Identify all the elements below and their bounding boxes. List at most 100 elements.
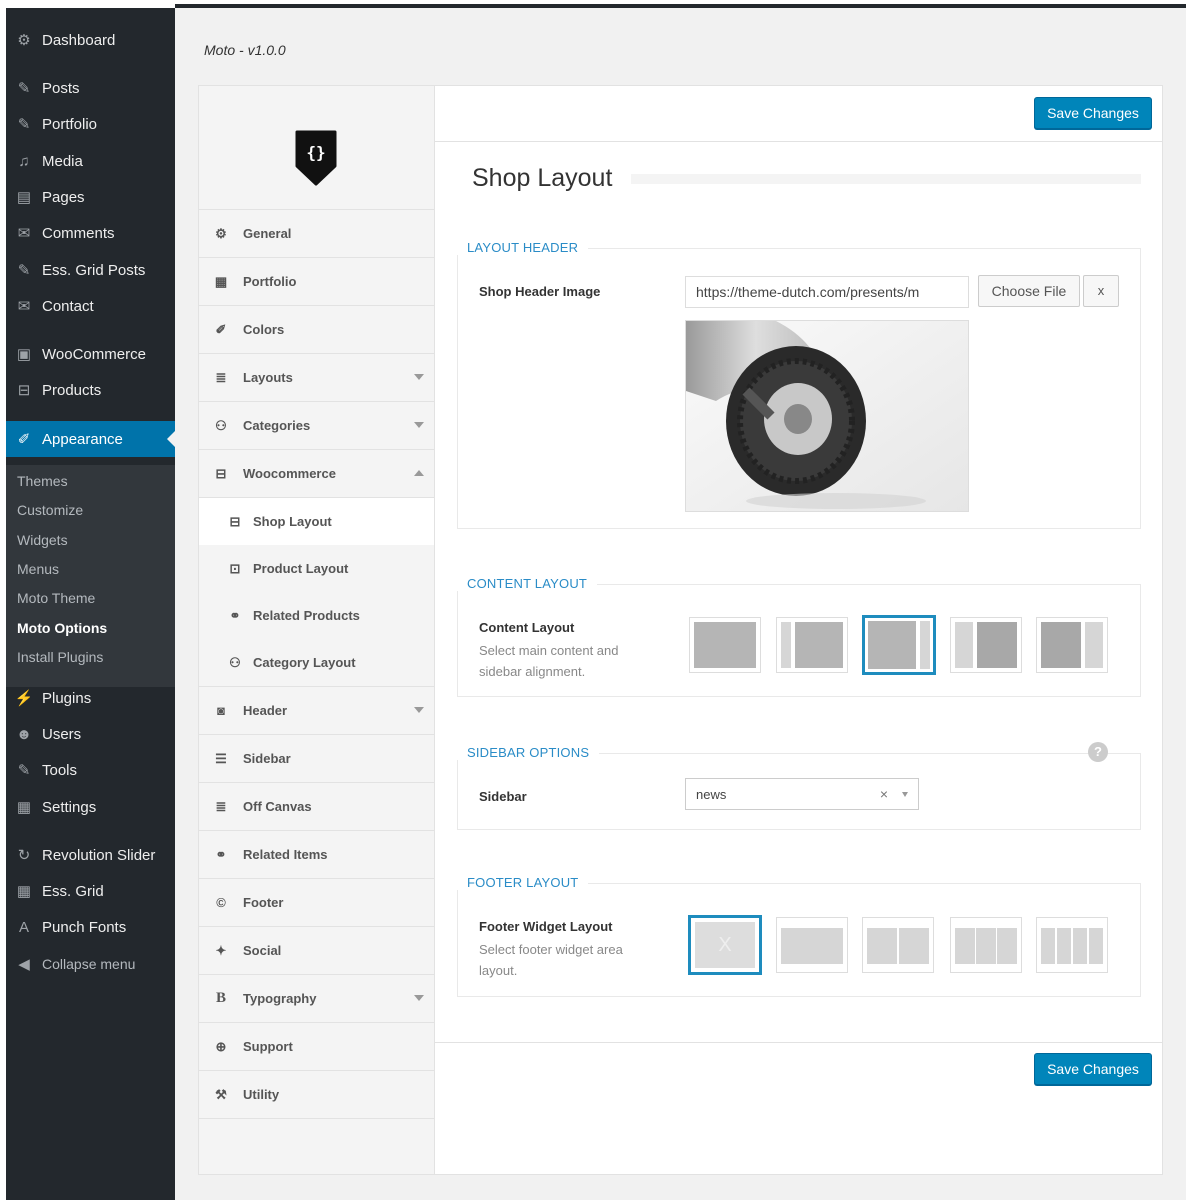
mail-icon: ✉: [17, 298, 31, 315]
footer-layout-one-column[interactable]: [776, 917, 848, 973]
save-changes-button-bottom[interactable]: Save Changes: [1034, 1053, 1152, 1085]
wrench-icon: ✎: [17, 762, 31, 779]
field-label: Sidebar: [479, 789, 527, 804]
options-nav-colors[interactable]: ✐ Colors: [199, 306, 434, 354]
section-title: LAYOUT HEADER: [457, 240, 589, 255]
layout-option-right-sidebar-wide[interactable]: [1036, 617, 1108, 673]
brush-icon: ✐: [215, 321, 227, 337]
collapse-menu-button[interactable]: ◀ Collapse menu: [6, 946, 175, 982]
save-bar-divider: [435, 1042, 1162, 1043]
options-nav-sidebar[interactable]: ☰ Sidebar: [199, 735, 434, 783]
chevron-down-icon[interactable]: [902, 792, 908, 797]
submenu-customize[interactable]: Customize: [17, 498, 83, 522]
admin-menu-products[interactable]: ⊟ Products: [6, 372, 175, 408]
collapse-icon: ◀: [18, 956, 30, 973]
field-description: Select main content and sidebar alignmen…: [479, 643, 619, 679]
chevron-down-icon: [414, 707, 424, 713]
submenu-install-plugins[interactable]: Install Plugins: [17, 645, 103, 669]
pages-icon: ▤: [16, 189, 32, 206]
comment-icon: ✉: [17, 225, 31, 242]
chevron-down-icon: [414, 995, 424, 1001]
options-nav-support[interactable]: ⊕ Support: [199, 1023, 434, 1071]
admin-menu-punch-fonts[interactable]: A Punch Fonts: [6, 909, 175, 945]
version-label: Moto - v1.0.0: [204, 42, 286, 58]
help-icon[interactable]: ?: [1088, 742, 1108, 762]
remove-image-button[interactable]: x: [1083, 275, 1119, 307]
admin-menu-media[interactable]: ♫ Media: [6, 143, 175, 179]
admin-menu-ess-grid[interactable]: ▦ Ess. Grid: [6, 873, 175, 909]
options-content: Save Changes Shop Layout LAYOUT HEADER S…: [435, 86, 1162, 1174]
options-nav-general[interactable]: ⚙ General: [199, 210, 434, 258]
footer-layout-none[interactable]: X: [688, 915, 762, 975]
header-image-url-input[interactable]: https://theme-dutch.com/presents/m: [685, 276, 969, 308]
admin-menu-users[interactable]: ☻ Users: [6, 716, 175, 752]
submenu-moto-theme[interactable]: Moto Theme: [17, 586, 95, 610]
field-label: Content Layout: [479, 620, 575, 635]
cart-icon: ⊟: [229, 513, 241, 529]
field-label: Footer Widget Layout: [479, 919, 613, 934]
font-icon: A: [18, 918, 29, 936]
options-nav-typography[interactable]: B Typography: [199, 975, 434, 1023]
admin-menu-woocommerce[interactable]: ▣ WooCommerce: [6, 336, 175, 372]
layout-option-full-width[interactable]: [689, 617, 761, 673]
footer-layout-four-columns[interactable]: [1036, 917, 1108, 973]
admin-menu-settings[interactable]: ▦ Settings: [6, 789, 175, 825]
admin-menu-dashboard[interactable]: ⚙ Dashboard: [6, 22, 175, 58]
admin-menu-comments[interactable]: ✉ Comments: [6, 215, 175, 251]
submenu-menus[interactable]: Menus: [17, 557, 59, 581]
title-divider: [631, 174, 1141, 184]
options-nav-social[interactable]: ✦ Social: [199, 927, 434, 975]
layout-option-left-sidebar[interactable]: [776, 617, 848, 673]
options-nav-portfolio[interactable]: ▦ Portfolio: [199, 258, 434, 306]
admin-menu-pages[interactable]: ▤ Pages: [6, 179, 175, 215]
dashboard-icon: ⚙: [17, 32, 31, 49]
options-nav-header[interactable]: ◙ Header: [199, 687, 434, 735]
options-nav-related-products[interactable]: ⚭ Related Products: [199, 592, 434, 639]
admin-menu-tools[interactable]: ✎ Tools: [6, 752, 175, 788]
appearance-submenu: Themes Customize Widgets Menus Moto Them…: [6, 465, 175, 687]
options-nav-footer[interactable]: © Footer: [199, 879, 434, 927]
options-nav-woocommerce[interactable]: ⊟ Woocommerce: [199, 450, 434, 498]
submenu-themes[interactable]: Themes: [17, 469, 68, 493]
options-nav-product-layout[interactable]: ⊡ Product Layout: [199, 545, 434, 592]
options-nav-shop-layout[interactable]: ⊟ Shop Layout: [199, 498, 434, 545]
brush-icon: ✐: [17, 431, 31, 448]
footer-layout-three-columns[interactable]: [950, 917, 1022, 973]
admin-menu-portfolio[interactable]: ✎ Portfolio: [6, 106, 175, 142]
sidebar-select[interactable]: news ×: [685, 778, 919, 810]
gauge-icon: ⚙: [215, 225, 227, 241]
options-nav-category-layout[interactable]: ⚇ Category Layout: [199, 639, 434, 687]
admin-menu-plugins[interactable]: ⚡ Plugins: [6, 680, 175, 716]
section-title: CONTENT LAYOUT: [457, 576, 598, 591]
options-nav-related-items[interactable]: ⚭ Related Items: [199, 831, 434, 879]
tools-icon: ⚒: [215, 1086, 227, 1102]
scooter-image: [686, 321, 968, 511]
pin-icon: ✎: [17, 116, 31, 133]
chevron-down-icon: [414, 374, 424, 380]
lifebuoy-icon: ⊕: [215, 1038, 227, 1054]
options-nav-categories[interactable]: ⚇ Categories: [199, 402, 434, 450]
options-nav-utility[interactable]: ⚒ Utility: [199, 1071, 434, 1119]
admin-menu-appearance[interactable]: ✐ Appearance: [6, 421, 175, 457]
admin-menu-revolution-slider[interactable]: ↻ Revolution Slider: [6, 837, 175, 873]
top-bar: [0, 0, 1186, 8]
submenu-moto-options[interactable]: Moto Options: [17, 616, 107, 640]
footer-layout-two-columns[interactable]: [862, 917, 934, 973]
layout-option-left-sidebar-wide[interactable]: [950, 617, 1022, 673]
save-bar-top: Save Changes: [435, 86, 1162, 142]
clear-icon[interactable]: ×: [880, 786, 888, 802]
choose-file-button[interactable]: Choose File: [978, 275, 1080, 307]
layout-option-right-sidebar[interactable]: [862, 615, 936, 675]
options-nav-off-canvas[interactable]: ≣ Off Canvas: [199, 783, 434, 831]
camera-icon: ◙: [217, 703, 225, 718]
submenu-widgets[interactable]: Widgets: [17, 528, 68, 552]
save-changes-button-top[interactable]: Save Changes: [1034, 97, 1152, 129]
layout-icon: ≣: [215, 369, 227, 385]
admin-menu-contact[interactable]: ✉ Contact: [6, 288, 175, 324]
main-area: Moto - v1.0.0 {} ⚙ General ▦ Portfolio ✐ Co…: [175, 8, 1186, 1200]
admin-menu-posts[interactable]: ✎ Posts: [6, 70, 175, 106]
options-panel: {} ⚙ General ▦ Portfolio ✐ Colors ≣ Layouts …: [198, 85, 1163, 1175]
svg-text:{}: {}: [306, 143, 325, 162]
admin-menu-ess-grid-posts[interactable]: ✎ Ess. Grid Posts: [6, 252, 175, 288]
options-nav-layouts[interactable]: ≣ Layouts: [199, 354, 434, 402]
